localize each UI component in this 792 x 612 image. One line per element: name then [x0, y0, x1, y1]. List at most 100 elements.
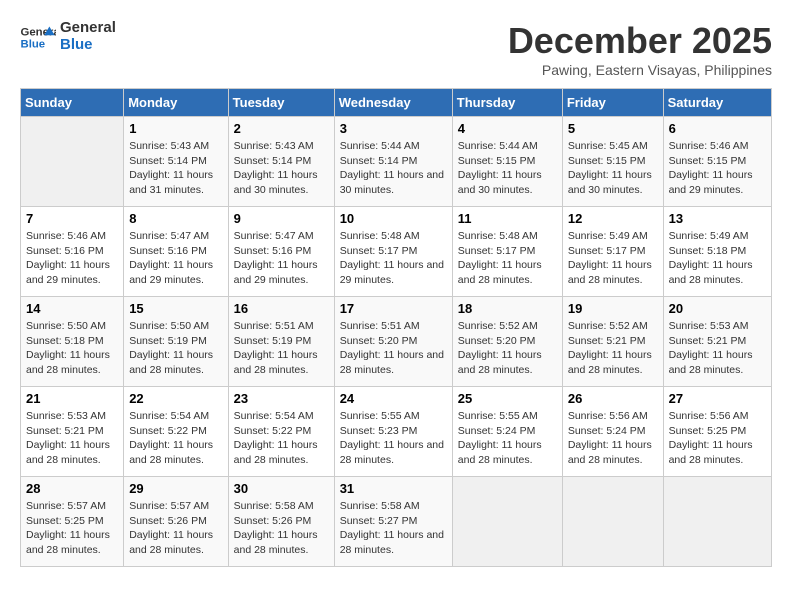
calendar-cell: 20 Sunrise: 5:53 AMSunset: 5:21 PMDayligh… — [663, 297, 771, 387]
calendar-cell: 24 Sunrise: 5:55 AMSunset: 5:23 PMDayligh… — [334, 387, 452, 477]
day-info: Sunrise: 5:56 AMSunset: 5:25 PMDaylight:… — [669, 409, 766, 468]
day-number: 4 — [458, 121, 557, 136]
day-info: Sunrise: 5:48 AMSunset: 5:17 PMDaylight:… — [340, 229, 447, 288]
day-number: 11 — [458, 211, 557, 226]
weekday-header-cell: Sunday — [21, 89, 124, 117]
calendar-cell: 28 Sunrise: 5:57 AMSunset: 5:25 PMDayligh… — [21, 477, 124, 567]
day-number: 19 — [568, 301, 658, 316]
calendar-cell: 10 Sunrise: 5:48 AMSunset: 5:17 PMDayligh… — [334, 207, 452, 297]
day-number: 14 — [26, 301, 118, 316]
calendar-cell: 12Sunrise: 5:49 AMSunset: 5:17 PMDayligh… — [562, 207, 663, 297]
day-number: 15 — [129, 301, 222, 316]
weekday-header-cell: Wednesday — [334, 89, 452, 117]
day-number: 5 — [568, 121, 658, 136]
calendar-cell: 29 Sunrise: 5:57 AMSunset: 5:26 PMDayligh… — [124, 477, 228, 567]
day-number: 7 — [26, 211, 118, 226]
page-header: General Blue General Blue December 2025 … — [20, 20, 772, 78]
calendar-cell — [21, 117, 124, 207]
day-info: Sunrise: 5:52 AMSunset: 5:21 PMDaylight:… — [568, 319, 658, 378]
weekday-header-row: SundayMondayTuesdayWednesdayThursdayFrid… — [21, 89, 772, 117]
calendar-cell: 26Sunrise: 5:56 AMSunset: 5:24 PMDayligh… — [562, 387, 663, 477]
day-info: Sunrise: 5:50 AMSunset: 5:19 PMDaylight:… — [129, 319, 222, 378]
calendar-cell: 3 Sunrise: 5:44 AMSunset: 5:14 PMDaylight… — [334, 117, 452, 207]
day-info: Sunrise: 5:53 AMSunset: 5:21 PMDaylight:… — [669, 319, 766, 378]
calendar-cell: 25 Sunrise: 5:55 AMSunset: 5:24 PMDayligh… — [452, 387, 562, 477]
calendar-cell: 1Sunrise: 5:43 AMSunset: 5:14 PMDaylight… — [124, 117, 228, 207]
calendar-cell: 8 Sunrise: 5:47 AMSunset: 5:16 PMDaylight… — [124, 207, 228, 297]
day-info: Sunrise: 5:49 AMSunset: 5:17 PMDaylight:… — [568, 229, 658, 288]
day-number: 23 — [234, 391, 329, 406]
logo: General Blue General Blue — [20, 20, 116, 53]
day-number: 17 — [340, 301, 447, 316]
day-info: Sunrise: 5:54 AMSunset: 5:22 PMDaylight:… — [129, 409, 222, 468]
calendar-cell: 11Sunrise: 5:48 AMSunset: 5:17 PMDayligh… — [452, 207, 562, 297]
location-subtitle: Pawing, Eastern Visayas, Philippines — [508, 62, 772, 78]
calendar-cell: 22 Sunrise: 5:54 AMSunset: 5:22 PMDayligh… — [124, 387, 228, 477]
day-number: 25 — [458, 391, 557, 406]
day-info: Sunrise: 5:49 AMSunset: 5:18 PMDaylight:… — [669, 229, 766, 288]
day-info: Sunrise: 5:56 AMSunset: 5:24 PMDaylight:… — [568, 409, 658, 468]
day-info: Sunrise: 5:43 AMSunset: 5:14 PMDaylight:… — [234, 139, 329, 198]
calendar-table: SundayMondayTuesdayWednesdayThursdayFrid… — [20, 88, 772, 567]
day-number: 1 — [129, 121, 222, 136]
day-number: 3 — [340, 121, 447, 136]
day-number: 8 — [129, 211, 222, 226]
title-block: December 2025 Pawing, Eastern Visayas, P… — [508, 20, 772, 78]
calendar-cell: 4 Sunrise: 5:44 AMSunset: 5:15 PMDaylight… — [452, 117, 562, 207]
day-number: 29 — [129, 481, 222, 496]
day-info: Sunrise: 5:46 AMSunset: 5:15 PMDaylight:… — [669, 139, 766, 198]
day-info: Sunrise: 5:50 AMSunset: 5:18 PMDaylight:… — [26, 319, 118, 378]
day-info: Sunrise: 5:51 AMSunset: 5:20 PMDaylight:… — [340, 319, 447, 378]
calendar-cell — [562, 477, 663, 567]
calendar-cell: 2Sunrise: 5:43 AMSunset: 5:14 PMDaylight… — [228, 117, 334, 207]
day-info: Sunrise: 5:45 AMSunset: 5:15 PMDaylight:… — [568, 139, 658, 198]
day-info: Sunrise: 5:58 AMSunset: 5:27 PMDaylight:… — [340, 499, 447, 558]
calendar-cell: 16 Sunrise: 5:51 AMSunset: 5:19 PMDayligh… — [228, 297, 334, 387]
day-info: Sunrise: 5:57 AMSunset: 5:26 PMDaylight:… — [129, 499, 222, 558]
calendar-cell — [452, 477, 562, 567]
day-info: Sunrise: 5:51 AMSunset: 5:19 PMDaylight:… — [234, 319, 329, 378]
calendar-cell: 7 Sunrise: 5:46 AMSunset: 5:16 PMDaylight… — [21, 207, 124, 297]
day-number: 16 — [234, 301, 329, 316]
month-year-title: December 2025 — [508, 20, 772, 62]
calendar-cell: 17 Sunrise: 5:51 AMSunset: 5:20 PMDayligh… — [334, 297, 452, 387]
day-info: Sunrise: 5:46 AMSunset: 5:16 PMDaylight:… — [26, 229, 118, 288]
calendar-week-row: 28 Sunrise: 5:57 AMSunset: 5:25 PMDayligh… — [21, 477, 772, 567]
calendar-week-row: 7 Sunrise: 5:46 AMSunset: 5:16 PMDaylight… — [21, 207, 772, 297]
day-number: 20 — [669, 301, 766, 316]
day-number: 30 — [234, 481, 329, 496]
day-number: 27 — [669, 391, 766, 406]
calendar-cell: 21Sunrise: 5:53 AMSunset: 5:21 PMDayligh… — [21, 387, 124, 477]
day-info: Sunrise: 5:57 AMSunset: 5:25 PMDaylight:… — [26, 499, 118, 558]
day-number: 22 — [129, 391, 222, 406]
calendar-cell: 18Sunrise: 5:52 AMSunset: 5:20 PMDayligh… — [452, 297, 562, 387]
calendar-cell: 14 Sunrise: 5:50 AMSunset: 5:18 PMDayligh… — [21, 297, 124, 387]
day-info: Sunrise: 5:44 AMSunset: 5:14 PMDaylight:… — [340, 139, 447, 198]
day-info: Sunrise: 5:58 AMSunset: 5:26 PMDaylight:… — [234, 499, 329, 558]
calendar-cell: 23 Sunrise: 5:54 AMSunset: 5:22 PMDayligh… — [228, 387, 334, 477]
calendar-body: 1 Sunrise: 5:43 AMSunset: 5:14 PMDaylight… — [21, 117, 772, 567]
day-info: Sunrise: 5:55 AMSunset: 5:23 PMDaylight:… — [340, 409, 447, 468]
calendar-cell: 27 Sunrise: 5:56 AMSunset: 5:25 PMDayligh… — [663, 387, 771, 477]
weekday-header-cell: Saturday — [663, 89, 771, 117]
weekday-header-cell: Thursday — [452, 89, 562, 117]
day-info: Sunrise: 5:47 AMSunset: 5:16 PMDaylight:… — [234, 229, 329, 288]
day-number: 28 — [26, 481, 118, 496]
weekday-header-cell: Tuesday — [228, 89, 334, 117]
day-number: 13 — [669, 211, 766, 226]
day-info: Sunrise: 5:55 AMSunset: 5:24 PMDaylight:… — [458, 409, 557, 468]
day-info: Sunrise: 5:44 AMSunset: 5:15 PMDaylight:… — [458, 139, 557, 198]
calendar-cell: 13 Sunrise: 5:49 AMSunset: 5:18 PMDayligh… — [663, 207, 771, 297]
weekday-header-cell: Monday — [124, 89, 228, 117]
day-number: 10 — [340, 211, 447, 226]
day-info: Sunrise: 5:52 AMSunset: 5:20 PMDaylight:… — [458, 319, 557, 378]
day-info: Sunrise: 5:47 AMSunset: 5:16 PMDaylight:… — [129, 229, 222, 288]
weekday-header-cell: Friday — [562, 89, 663, 117]
calendar-cell — [663, 477, 771, 567]
day-info: Sunrise: 5:54 AMSunset: 5:22 PMDaylight:… — [234, 409, 329, 468]
day-number: 24 — [340, 391, 447, 406]
logo-blue: Blue — [60, 37, 116, 54]
logo-icon: General Blue — [20, 23, 56, 51]
logo-general: General — [60, 20, 116, 37]
calendar-cell: 5 Sunrise: 5:45 AMSunset: 5:15 PMDaylight… — [562, 117, 663, 207]
